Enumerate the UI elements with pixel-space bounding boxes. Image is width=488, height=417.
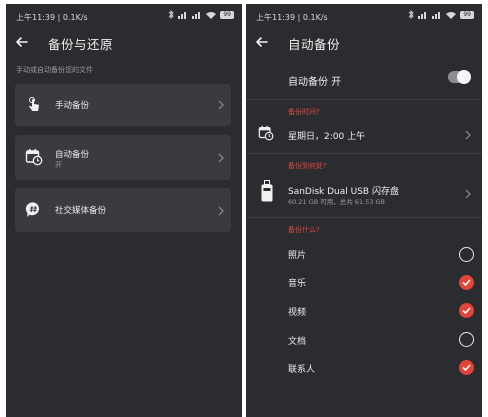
battery-icon: 99 — [460, 10, 474, 19]
wifi-icon — [206, 11, 217, 19]
backup-content-section-label: 备份什么? — [288, 226, 320, 234]
status-time: 上午11:39 | 0.1K/s — [16, 13, 88, 22]
signal-icon — [418, 11, 427, 19]
auto-backup-status: 开 — [55, 161, 62, 169]
check-icon — [462, 279, 471, 287]
battery-icon: 99 — [220, 10, 234, 19]
bluetooth-icon — [169, 10, 174, 19]
divider — [246, 153, 482, 154]
page-title: 备份与还原 — [48, 37, 114, 52]
backup-item-label: 视频 — [288, 308, 307, 318]
usb-drive-icon — [261, 180, 273, 202]
checkbox-unchecked[interactable] — [459, 247, 474, 262]
back-arrow-icon[interactable] — [14, 34, 30, 50]
auto-backup-screen: 上午11:39 | 0.1K/s 99 自动备份 自动备份 开 备份时间? 星期… — [246, 4, 482, 417]
social-media-backup-label: 社交媒体备份 — [55, 206, 107, 216]
bluetooth-icon — [409, 10, 414, 19]
auto-backup-switch[interactable] — [448, 70, 471, 84]
switch-knob — [457, 70, 471, 84]
signal-icon — [192, 11, 201, 19]
status-time: 上午11:39 | 0.1K/s — [256, 13, 328, 22]
auto-backup-toggle-label: 自动备份 开 — [288, 77, 342, 88]
backup-schedule-value: 星期日，2:00 上午 — [288, 132, 366, 142]
chevron-right-icon — [465, 130, 471, 140]
checkbox-unchecked[interactable] — [459, 332, 474, 347]
checkbox-checked[interactable] — [459, 360, 474, 375]
usb-storage-detail: 60.21 GB 可用，总共 61.53 GB — [288, 198, 385, 206]
backup-item-label: 照片 — [288, 251, 307, 261]
checkbox-checked[interactable] — [459, 303, 474, 318]
chevron-right-icon — [465, 189, 471, 199]
status-bar: 上午11:39 | 0.1K/s 99 — [246, 4, 482, 26]
status-icons: 99 — [168, 10, 234, 19]
checkbox-checked[interactable] — [459, 275, 474, 290]
signal-icon — [432, 11, 441, 19]
calendar-clock-icon — [258, 125, 274, 141]
backup-restore-screen: 上午11:39 | 0.1K/s 99 备份与还原 手动或自动备份您的文件 手动… — [6, 4, 242, 417]
page-title: 自动备份 — [288, 37, 341, 52]
backup-destination-section-label: 备份到何处? — [288, 162, 327, 170]
check-icon — [462, 307, 471, 315]
chat-hash-icon — [25, 202, 40, 217]
status-bar: 上午11:39 | 0.1K/s 99 — [6, 4, 242, 26]
check-icon — [462, 364, 471, 372]
app-bar: 自动备份 — [246, 26, 482, 58]
backup-item-label: 音乐 — [288, 279, 307, 289]
app-bar: 备份与还原 — [6, 26, 242, 58]
back-arrow-icon[interactable] — [254, 34, 270, 50]
divider — [246, 99, 482, 100]
social-media-backup-item[interactable]: 社交媒体备份 — [15, 188, 231, 232]
backup-time-section-label: 备份时间? — [288, 108, 320, 116]
status-icons: 99 — [408, 10, 474, 19]
wifi-icon — [446, 11, 457, 19]
manual-backup-label: 手动备份 — [55, 101, 90, 111]
divider — [246, 217, 482, 218]
signal-icon — [178, 11, 187, 19]
chevron-right-icon — [218, 100, 224, 110]
calendar-clock-icon — [25, 149, 43, 166]
chevron-right-icon — [218, 153, 224, 163]
manual-backup-item[interactable]: 手动备份 — [15, 84, 231, 126]
chevron-right-icon — [218, 206, 224, 216]
auto-backup-label: 自动备份 — [55, 150, 90, 160]
backup-item-label: 联系人 — [288, 365, 316, 375]
hand-touch-icon — [29, 97, 39, 111]
hint-text: 手动或自动备份您的文件 — [16, 66, 93, 74]
auto-backup-item[interactable]: 自动备份 开 — [15, 135, 231, 180]
backup-item-label: 文档 — [288, 337, 307, 347]
